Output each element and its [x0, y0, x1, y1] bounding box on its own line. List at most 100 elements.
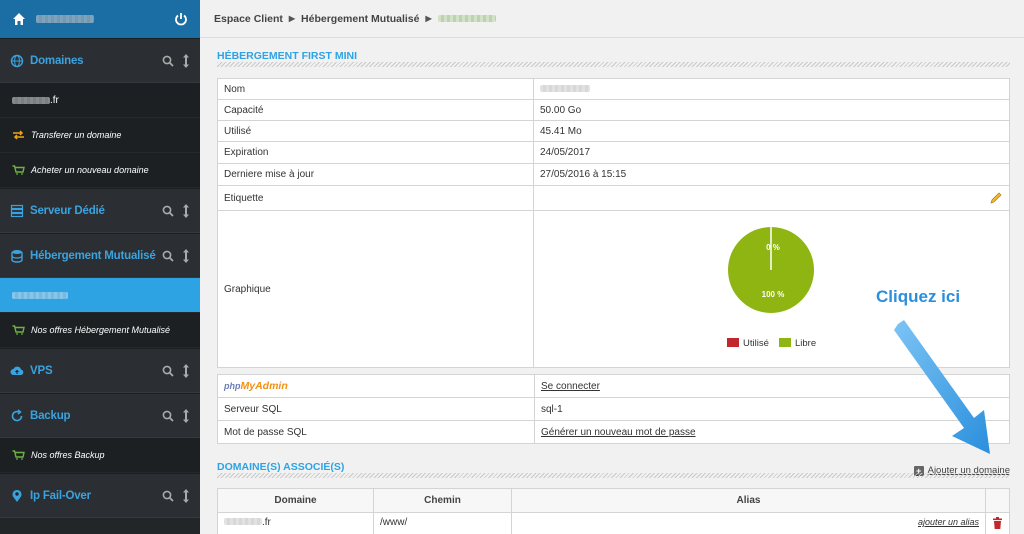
path-cell: /www/ — [373, 512, 512, 534]
column-header-actions — [985, 488, 1010, 513]
sidebar-section-backup[interactable]: Backup — [0, 393, 200, 438]
callout-text: Cliquez ici — [876, 287, 961, 306]
sidebar-item-hosting-active[interactable] — [0, 278, 200, 313]
search-icon[interactable] — [162, 410, 174, 422]
info-value — [533, 78, 1010, 100]
info-row: Etiquette — [217, 185, 1010, 211]
sidebar-item-label: Transferer un domaine — [31, 130, 122, 140]
table-header-row: Domaine Chemin Alias — [217, 488, 1010, 513]
hosting-name-value — [540, 84, 590, 92]
sidebar-item-domain[interactable]: .fr — [0, 83, 200, 118]
data-label-used: 0 % — [766, 243, 780, 252]
section-title: HÉBERGEMENT FIRST MINI — [217, 50, 358, 62]
hosting-section-header: HÉBERGEMENT FIRST MINI — [217, 45, 1010, 67]
cart-icon — [12, 450, 25, 460]
info-row: Utilisé 45.41 Mo — [217, 120, 1010, 142]
info-key: Etiquette — [217, 185, 534, 211]
sidebar-item-buy-domain[interactable]: Acheter un nouveau domaine — [0, 153, 200, 188]
info-row: Expiration 24/05/2017 — [217, 141, 1010, 164]
account-name — [36, 15, 94, 23]
sort-icon[interactable] — [182, 53, 190, 68]
refresh-icon — [11, 408, 23, 421]
legend-free-label: Libre — [795, 338, 816, 349]
search-icon[interactable] — [162, 55, 174, 67]
info-key: Expiration — [217, 141, 534, 164]
sort-icon[interactable] — [182, 488, 190, 503]
sidebar-item-label: Acheter un nouveau domaine — [31, 165, 149, 175]
domain-suffix: .fr — [50, 94, 59, 106]
info-value: 50.00 Go — [533, 99, 1010, 121]
breadcrumb-item[interactable]: Espace Client — [214, 13, 283, 25]
edit-pencil-icon[interactable] — [989, 191, 1003, 205]
transfer-icon — [13, 130, 24, 140]
sidebar-section-hebergement[interactable]: Hébergement Mutualisé — [0, 233, 200, 278]
column-header: Domaine — [217, 488, 374, 513]
legend-used-label: Utilisé — [743, 338, 769, 349]
info-value: 24/05/2017 — [533, 141, 1010, 164]
sidebar-section-domaines[interactable]: Domaines — [0, 38, 200, 83]
add-alias-link[interactable]: ajouter un alias — [918, 517, 979, 527]
sidebar-section-label: VPS — [30, 364, 53, 377]
actions-cell — [985, 512, 1010, 534]
location-pin-icon — [12, 489, 22, 502]
sort-icon[interactable] — [182, 248, 190, 263]
info-value: 45.41 Mo — [533, 120, 1010, 142]
info-key: Serveur SQL — [217, 397, 535, 421]
globe-icon — [10, 54, 24, 67]
legend-free-swatch — [779, 338, 791, 347]
sort-icon[interactable] — [182, 363, 190, 378]
domain-suffix: .fr — [262, 517, 271, 528]
sidebar-item-transfer[interactable]: Transferer un domaine — [0, 118, 200, 153]
info-value: 27/05/2016 à 15:15 — [533, 163, 1010, 186]
sidebar-item-label: Nos offres Hébergement Mutualisé — [31, 325, 171, 335]
generate-password-link[interactable]: Générer un nouveau mot de passe — [541, 427, 696, 438]
sidebar-section-label: Hébergement Mutualisé — [30, 249, 156, 262]
sidebar-section-ip-failover[interactable]: Ip Fail-Over — [0, 473, 200, 518]
section-title: DOMAINE(S) ASSOCIÉ(S) — [217, 461, 345, 473]
data-label-free: 100 % — [762, 290, 785, 299]
info-key: Capacité — [217, 99, 534, 121]
database-icon — [11, 249, 23, 263]
info-key: Utilisé — [217, 120, 534, 142]
pma-logo-php: php — [224, 381, 241, 391]
sidebar-section-label: Domaines — [30, 54, 84, 67]
search-icon[interactable] — [162, 490, 174, 502]
legend-used-swatch — [727, 338, 739, 347]
breadcrumb-separator-icon: ▶ — [288, 14, 296, 23]
domain-name — [224, 518, 262, 525]
sidebar-section-serveur-dedie[interactable]: Serveur Dédié — [0, 188, 200, 233]
connect-link[interactable]: Se connecter — [541, 381, 600, 392]
info-key: Derniere mise à jour — [217, 163, 534, 186]
cloud-upload-icon — [10, 366, 24, 375]
server-icon — [10, 204, 24, 217]
sidebar-section-vps[interactable]: VPS — [0, 348, 200, 393]
sidebar-item-backup-offers[interactable]: Nos offres Backup — [0, 438, 200, 473]
cart-icon — [12, 165, 25, 175]
home-icon[interactable] — [12, 12, 26, 26]
info-key: Graphique — [217, 210, 534, 368]
table-row: .fr /www/ ajouter un alias — [217, 512, 1010, 534]
breadcrumb: Espace Client ▶ Hébergement Mutualisé ▶ — [200, 0, 1024, 38]
domain-name — [12, 96, 50, 104]
column-header: Chemin — [373, 488, 512, 513]
power-icon[interactable] — [174, 12, 188, 26]
sidebar-section-label: Backup — [30, 409, 71, 422]
domain-cell: .fr — [217, 512, 374, 534]
sidebar-section-label: Ip Fail-Over — [30, 489, 91, 502]
info-row: Capacité 50.00 Go — [217, 99, 1010, 121]
phpmyadmin-logo: phpMyAdmin — [217, 374, 535, 398]
info-row: Nom — [217, 78, 1010, 100]
sidebar-item-hosting-offers[interactable]: Nos offres Hébergement Mutualisé — [0, 313, 200, 348]
breadcrumb-current — [437, 15, 496, 22]
trash-icon[interactable] — [992, 517, 1003, 529]
breadcrumb-item[interactable]: Hébergement Mutualisé — [301, 13, 419, 25]
sort-icon[interactable] — [182, 203, 190, 218]
callout-arrow-icon — [894, 320, 990, 454]
column-header: Alias — [511, 488, 986, 513]
domains-table: Domaine Chemin Alias .fr /www/ ajouter u… — [217, 488, 1010, 534]
search-icon[interactable] — [162, 205, 174, 217]
sort-icon[interactable] — [182, 408, 190, 423]
search-icon[interactable] — [162, 365, 174, 377]
search-icon[interactable] — [162, 250, 174, 262]
sidebar: Domaines .fr Transferer un domaine Achet… — [0, 0, 200, 534]
